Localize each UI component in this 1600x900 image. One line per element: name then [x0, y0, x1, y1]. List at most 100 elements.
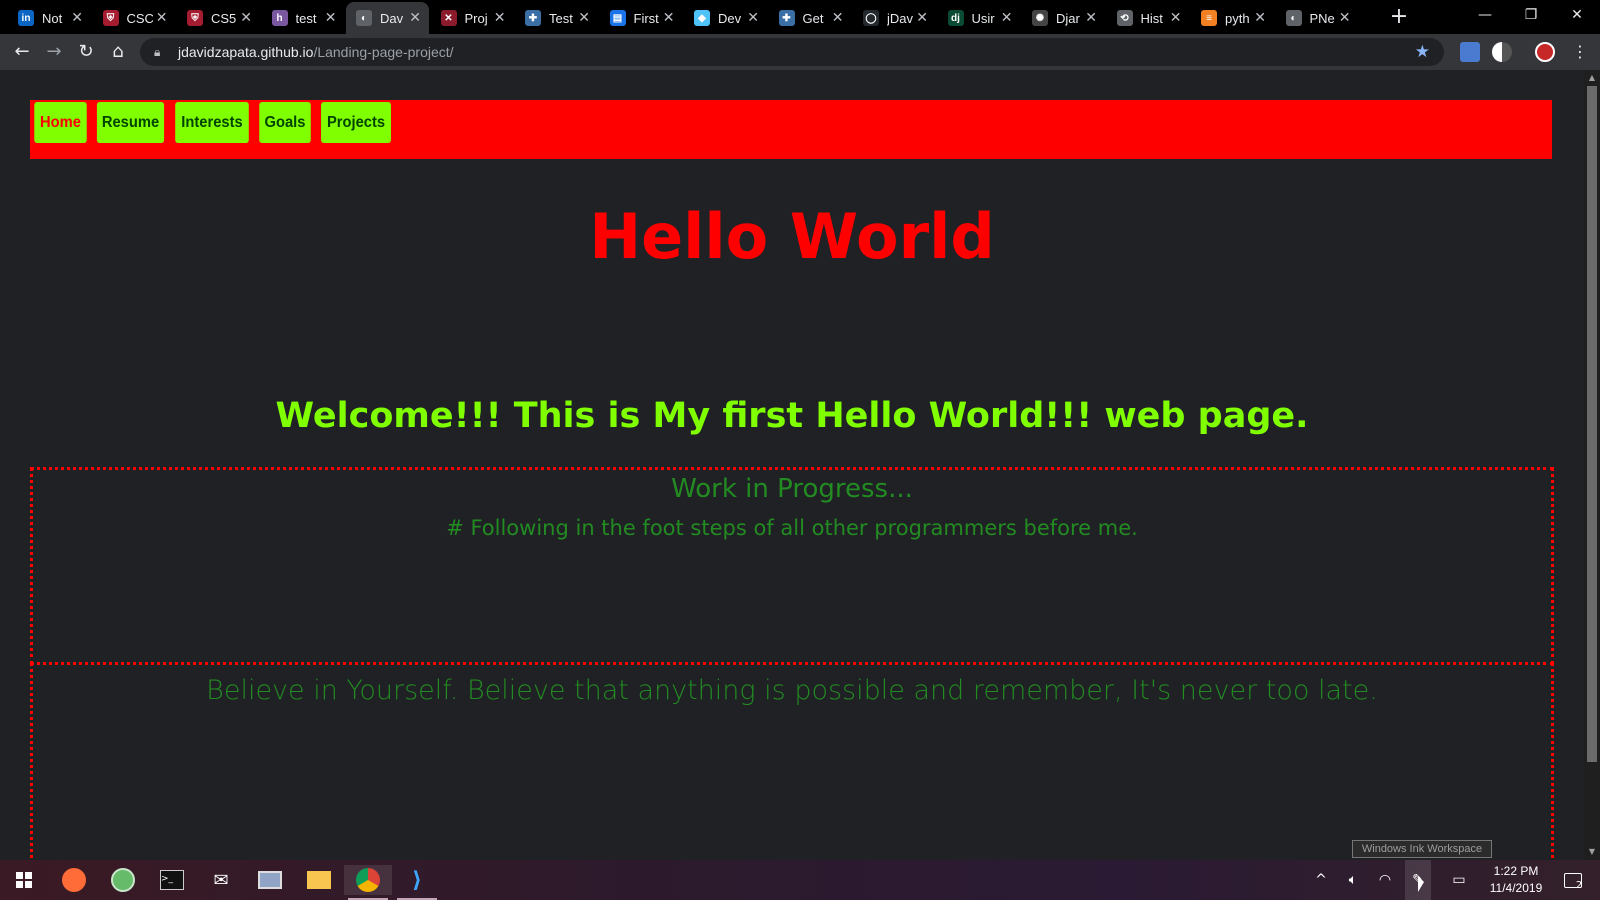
close-tab-icon[interactable]: ✕ [1170, 9, 1182, 26]
tab-title: Test [549, 10, 573, 26]
tab-9[interactable]: ◆ Dev ✕ [684, 2, 767, 34]
scroll-up-arrow-icon[interactable]: ▲ [1584, 70, 1600, 86]
windows-taskbar: >_ ✉ ⟩ ^ 🔈︎ ◠ ✎ ▭ 1:22 PM 11/4/2019 2 [0, 860, 1600, 900]
close-tab-icon[interactable]: ✕ [1254, 9, 1266, 26]
tab-8[interactable]: ▤ First ✕ [600, 2, 683, 34]
back-arrow-icon[interactable]: ← [8, 38, 36, 66]
close-tab-icon[interactable]: ✕ [240, 9, 252, 26]
tab-title: PNe [1309, 10, 1335, 26]
python-icon: ✚ [525, 10, 541, 26]
python-icon: ✚ [778, 10, 795, 26]
tab-14[interactable]: ⟲ Hist ✕ [1107, 2, 1190, 34]
lock-icon[interactable]: 🔒︎ [154, 45, 170, 60]
nav-goals-link[interactable]: Goals [259, 102, 311, 143]
tab-4[interactable]: h test ✕ [262, 2, 345, 34]
ink-workspace-tooltip: Windows Ink Workspace [1352, 840, 1492, 858]
page-scrollbar[interactable]: ▲ ▼ [1584, 70, 1600, 860]
forward-arrow-icon[interactable]: → [40, 38, 68, 66]
wip-text: Work in Progress... [671, 474, 913, 504]
url-path: /Landing-page-project/ [313, 44, 454, 60]
remote-desktop-icon[interactable] [246, 865, 294, 895]
close-tab-icon[interactable]: ✕ [578, 9, 590, 26]
browser-toolbar: ← → ↻ ⌂ 🔒︎ jdavidzapata.github.io/Landin… [0, 34, 1600, 70]
tab-title: Dav [380, 10, 404, 26]
home-icon[interactable]: ⌂ [104, 38, 132, 66]
tab-15[interactable]: ≡ pyth ✕ [1191, 2, 1274, 34]
heroku-icon: h [271, 10, 288, 26]
new-tab-button[interactable]: + [1386, 4, 1412, 30]
notification-center-icon[interactable]: 2 [1556, 860, 1590, 900]
restore-button[interactable]: ❐ [1508, 0, 1554, 30]
globe-icon: ◐ [1285, 10, 1302, 26]
chevron-up-icon[interactable]: ^ [1308, 860, 1334, 900]
mouse-cursor [1418, 876, 1424, 892]
nav-resume-link[interactable]: Resume [96, 102, 165, 143]
tab-2[interactable]: ⛨ CSC ✕ [93, 2, 176, 34]
close-tab-icon[interactable]: ✕ [1001, 9, 1013, 26]
tab-3[interactable]: ⛨ CS5 ✕ [177, 2, 260, 34]
close-tab-icon[interactable]: ✕ [71, 9, 83, 26]
tab-title: Usir [971, 10, 995, 26]
close-tab-icon[interactable]: ✕ [663, 9, 675, 26]
tab-11[interactable]: ◯ jDav ✕ [853, 2, 936, 34]
close-tab-icon[interactable]: ✕ [494, 9, 506, 26]
tab-strip: in Not ✕ ⛨ CSC ✕ ⛨ CS5 ✕ h test ✕ ◐ Dav ✕ ✕ Proj ✕ ✚ Test ✕ ▤… [0, 0, 1600, 34]
tab-title: pyth [1225, 10, 1250, 26]
address-bar[interactable]: 🔒︎ jdavidzapata.github.io/Landing-page-p… [140, 38, 1444, 66]
minimize-button[interactable]: — [1462, 0, 1508, 30]
x-logo-icon: ✕ [440, 10, 457, 26]
volume-icon[interactable]: 🔈︎ [1340, 860, 1366, 900]
file-explorer-icon[interactable] [295, 865, 343, 895]
close-window-button[interactable]: ✕ [1554, 0, 1600, 30]
tab-6[interactable]: ✕ Proj ✕ [431, 2, 514, 34]
atom-icon[interactable] [99, 865, 147, 895]
bookmark-star-icon[interactable]: ★ [1415, 42, 1430, 62]
django-icon: dj [947, 10, 964, 26]
windows-start-icon[interactable] [0, 865, 48, 895]
close-tab-icon[interactable]: ✕ [1339, 9, 1351, 26]
dark-mode-extension-icon[interactable] [1492, 42, 1512, 62]
scroll-down-arrow-icon[interactable]: ▼ [1584, 844, 1600, 860]
close-tab-icon[interactable]: ✕ [747, 9, 759, 26]
postman-icon[interactable] [50, 865, 98, 895]
tab-title: jDav [887, 10, 913, 26]
stackoverflow-icon: ≡ [1201, 10, 1217, 26]
tab-title: CSC [126, 10, 153, 26]
close-tab-icon[interactable]: ✕ [916, 9, 928, 26]
close-tab-icon[interactable]: ✕ [156, 9, 168, 26]
tab-7[interactable]: ✚ Test ✕ [515, 2, 598, 34]
welcome-heading: Welcome!!! This is My first Hello World!… [275, 396, 1309, 436]
chrome-icon[interactable] [344, 865, 392, 900]
harvard-shield-icon: ⛨ [187, 10, 203, 26]
close-tab-icon[interactable]: ✕ [409, 9, 421, 26]
close-tab-icon[interactable]: ✕ [325, 9, 337, 26]
tab-16[interactable]: ◐ PNe ✕ [1276, 2, 1359, 34]
harvard-shield-icon: ⛨ [102, 10, 119, 26]
menu-kebab-icon[interactable]: ⋮ [1566, 38, 1594, 66]
tab-12[interactable]: dj Usir ✕ [938, 2, 1021, 34]
reload-icon[interactable]: ↻ [72, 38, 100, 66]
close-tab-icon[interactable]: ✕ [832, 9, 844, 26]
nav-interests-link[interactable]: Interests [175, 102, 249, 143]
profile-avatar[interactable] [1535, 42, 1555, 62]
tab-title: Not [42, 10, 63, 26]
tab-5[interactable]: ◐ Dav ✕ [346, 2, 429, 34]
history-icon: ⟲ [1116, 10, 1133, 26]
translate-extension-icon[interactable] [1460, 42, 1480, 62]
nav-home-link[interactable]: Home [34, 102, 87, 143]
taskbar-clock[interactable]: 1:22 PM 11/4/2019 [1486, 863, 1546, 897]
wifi-icon[interactable]: ◠ [1372, 860, 1398, 900]
tab-1[interactable]: in Not ✕ [8, 2, 91, 34]
clock-date: 11/4/2019 [1489, 881, 1543, 895]
mail-icon[interactable]: ✉ [197, 865, 245, 895]
page-heading: Hello World [589, 200, 995, 273]
nav-projects-link[interactable]: Projects [321, 102, 391, 143]
scrollbar-thumb[interactable] [1587, 86, 1597, 762]
keyboard-icon[interactable]: ▭ [1446, 860, 1472, 900]
tab-title: test [295, 10, 317, 26]
tab-13[interactable]: ✺ Djar ✕ [1022, 2, 1105, 34]
terminal-icon[interactable]: >_ [148, 865, 196, 895]
tab-10[interactable]: ✚ Get ✕ [769, 2, 852, 34]
vscode-icon[interactable]: ⟩ [393, 865, 441, 900]
close-tab-icon[interactable]: ✕ [1085, 9, 1097, 26]
